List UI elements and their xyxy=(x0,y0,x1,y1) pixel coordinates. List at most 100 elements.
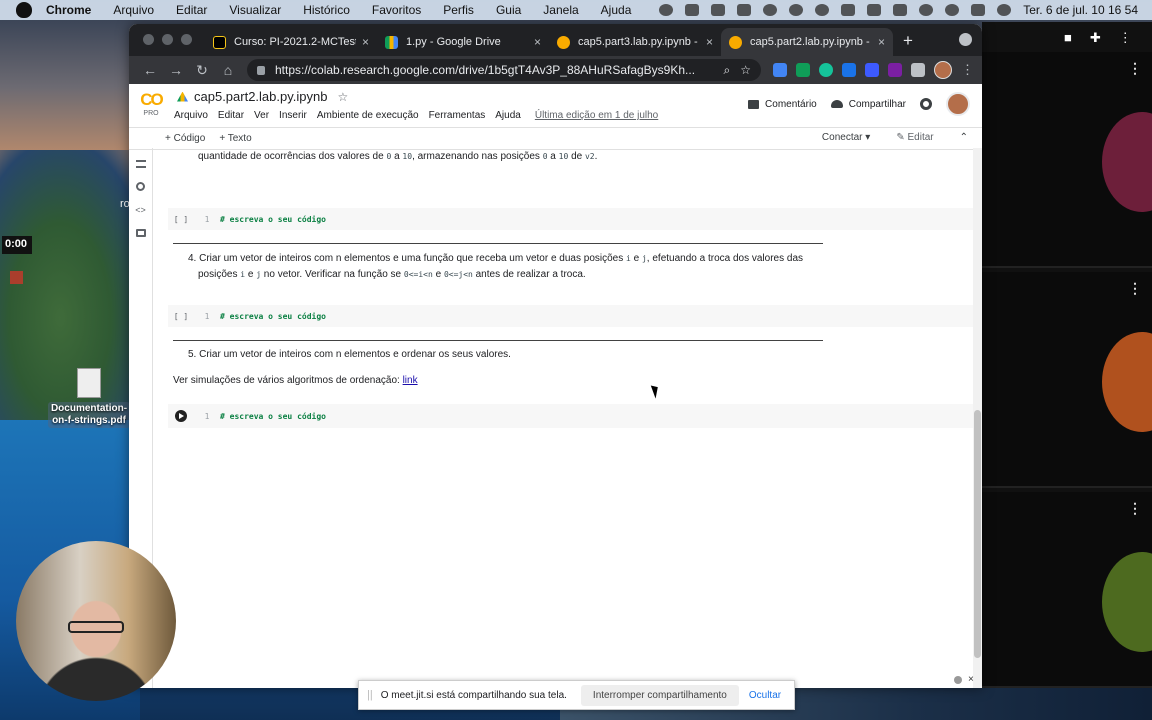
text-cell-3-tail[interactable]: quantidade de ocorrências dos valores de… xyxy=(198,149,818,165)
files-icon[interactable] xyxy=(135,229,146,237)
battery-icon[interactable] xyxy=(893,4,908,16)
menu-visualizar[interactable]: Visualizar xyxy=(229,3,281,17)
menu-perfis[interactable]: Perfis xyxy=(443,3,474,17)
forward-icon[interactable]: → xyxy=(163,62,189,78)
table-of-contents-icon[interactable] xyxy=(135,160,146,168)
edit-button[interactable]: ✎ Editar xyxy=(896,132,933,143)
text-cell-item-4[interactable]: 4. Criar um vetor de inteiros com n elem… xyxy=(188,251,833,283)
notification-extension-icon[interactable] xyxy=(888,63,902,77)
notebook-title[interactable]: cap5.part2.lab.py.ipynb xyxy=(194,89,327,104)
grammarly-extension-icon[interactable] xyxy=(819,63,833,77)
notebook-scrollbar[interactable] xyxy=(973,148,982,688)
video-tile-1-menu[interactable]: ⋮ xyxy=(1128,60,1142,77)
webcam-overlay[interactable] xyxy=(16,541,176,701)
puzzle-icon[interactable]: ✚ xyxy=(1090,30,1101,46)
moon-icon[interactable] xyxy=(789,4,804,16)
connect-button[interactable]: Conectar ▾ xyxy=(822,132,870,143)
menu-ajuda[interactable]: Ajuda xyxy=(601,3,632,17)
comment-button[interactable]: Comentário xyxy=(748,99,817,110)
cell-prompt[interactable]: [ ] xyxy=(168,312,194,321)
zoom-window-button[interactable] xyxy=(181,34,192,45)
nb-menu-ajuda[interactable]: Ajuda xyxy=(495,110,521,121)
siri-icon[interactable] xyxy=(997,4,1012,16)
control-center-icon[interactable] xyxy=(971,4,986,16)
video-tile-1[interactable]: ⋮ xyxy=(982,52,1152,268)
colab-logo[interactable]: CO PRO xyxy=(139,90,164,117)
scrollbar-thumb[interactable] xyxy=(974,410,981,658)
cell-prompt[interactable]: [ ] xyxy=(168,215,194,224)
code-snippets-icon[interactable]: <> xyxy=(129,205,152,215)
video-tile-3-menu[interactable]: ⋮ xyxy=(1128,500,1142,517)
code-cell-3[interactable]: 1 # escreva o seu código xyxy=(168,404,973,428)
search-icon[interactable] xyxy=(136,182,145,191)
bookmark-star-icon[interactable]: ☆ xyxy=(740,63,751,77)
back-icon[interactable]: ← xyxy=(137,62,163,78)
gear-icon[interactable] xyxy=(920,98,932,110)
menu-historico[interactable]: Histórico xyxy=(303,3,350,17)
nb-menu-editar[interactable]: Editar xyxy=(218,110,244,121)
video-tile-2[interactable]: ⋮ xyxy=(982,272,1152,488)
menu-arquivo[interactable]: Arquivo xyxy=(113,3,154,17)
tab-search-icon[interactable] xyxy=(959,33,972,46)
drive-extension-icon[interactable] xyxy=(796,63,810,77)
tab-close-icon[interactable]: × xyxy=(878,35,885,49)
tab-close-icon[interactable]: × xyxy=(362,35,369,49)
lock-icon[interactable] xyxy=(257,65,265,75)
bluetooth-icon[interactable] xyxy=(867,4,882,16)
menu-app-chrome[interactable]: Chrome xyxy=(46,3,91,17)
text-cell-simulations[interactable]: Ver simulações de vários algoritmos de o… xyxy=(173,373,823,389)
tab-close-icon[interactable]: × xyxy=(706,35,713,49)
nb-menu-ambiente[interactable]: Ambiente de execução xyxy=(317,110,419,121)
home-icon[interactable]: ⌂ xyxy=(215,62,241,78)
close-icon[interactable]: × xyxy=(968,674,974,685)
code-comment[interactable]: # escreva o seu código xyxy=(220,312,326,321)
desktop-file-pdf[interactable]: Documentation-on-f-strings.pdf xyxy=(48,368,130,428)
drag-handle-icon[interactable]: || xyxy=(367,689,373,701)
spotlight-search-icon[interactable] xyxy=(945,4,960,16)
hide-banner-button[interactable]: Ocultar xyxy=(749,690,781,701)
collapse-icon[interactable]: ⌃ xyxy=(960,132,968,143)
menu-guia[interactable]: Guia xyxy=(496,3,521,17)
tab-colab-part3[interactable]: cap5.part3.lab.py.ipynb - × xyxy=(549,28,721,56)
run-cell-button[interactable] xyxy=(175,410,187,422)
add-code-button[interactable]: + Código xyxy=(165,133,205,144)
nb-menu-arquivo[interactable]: Arquivo xyxy=(174,110,208,121)
cloud-upload-icon[interactable] xyxy=(763,4,778,16)
reload-icon[interactable]: ↻ xyxy=(189,62,215,79)
close-window-button[interactable] xyxy=(143,34,154,45)
add-text-button[interactable]: + Texto xyxy=(219,133,251,144)
text-cell-item-5[interactable]: 5. Criar um vetor de inteiros com n elem… xyxy=(188,347,838,363)
chrome-menu-icon[interactable]: ⋮ xyxy=(961,62,974,78)
video-tile-3[interactable]: ⋮ xyxy=(982,492,1152,688)
nb-menu-ver[interactable]: Ver xyxy=(254,110,269,121)
tab-google-drive[interactable]: 1.py - Google Drive × xyxy=(377,28,549,56)
drive-icon[interactable] xyxy=(177,91,188,102)
extension-tray-icon[interactable] xyxy=(711,4,726,16)
code-cell-2[interactable]: [ ] 1 # escreva o seu código xyxy=(168,305,973,327)
star-icon[interactable]: ☆ xyxy=(337,90,348,104)
translate-extension-icon[interactable] xyxy=(773,63,787,77)
address-bar[interactable]: https://colab.research.google.com/drive/… xyxy=(247,59,761,81)
menu-janela[interactable]: Janela xyxy=(543,3,578,17)
menu-editar[interactable]: Editar xyxy=(176,3,207,17)
puzzle-extensions-icon[interactable] xyxy=(911,63,925,77)
url-text[interactable]: https://colab.research.google.com/drive/… xyxy=(275,63,716,77)
last-edit-link[interactable]: Última edição em 1 de julho xyxy=(535,110,658,121)
minimize-window-button[interactable] xyxy=(162,34,173,45)
stop-sharing-button[interactable]: Interromper compartilhamento xyxy=(580,684,739,706)
code-comment[interactable]: # escreva o seu código xyxy=(220,412,326,421)
avatar[interactable] xyxy=(946,92,970,116)
calendar-icon[interactable] xyxy=(737,4,752,16)
share-button[interactable]: Compartilhar xyxy=(830,99,906,110)
volume-icon[interactable] xyxy=(841,4,856,16)
more-icon[interactable]: ⋮ xyxy=(1119,30,1132,46)
nb-menu-inserir[interactable]: Inserir xyxy=(279,110,307,121)
apple-icon[interactable] xyxy=(16,2,32,18)
pen-extension-icon[interactable] xyxy=(865,63,879,77)
tab-mctest[interactable]: Curso: PI-2021.2-MCTest × xyxy=(205,28,377,56)
code-cell-1[interactable]: [ ] 1 # escreva o seu código xyxy=(168,208,973,230)
brightness-icon[interactable] xyxy=(659,4,674,16)
clock-tray-icon[interactable] xyxy=(815,4,830,16)
tab-close-icon[interactable]: × xyxy=(534,35,541,49)
dropbox-icon[interactable] xyxy=(685,4,700,16)
